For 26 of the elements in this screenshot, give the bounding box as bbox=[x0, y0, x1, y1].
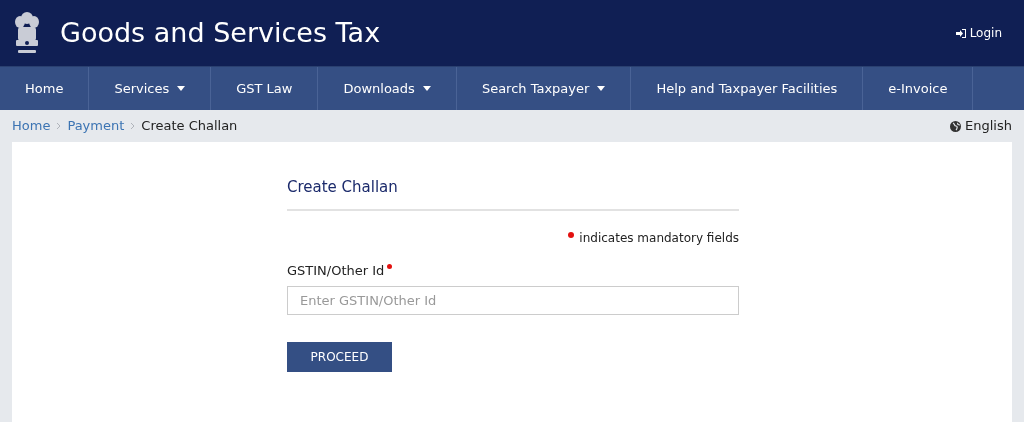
caret-icon bbox=[422, 86, 431, 91]
nav-item[interactable]: Home bbox=[0, 67, 90, 110]
site-title: Goods and Services Tax bbox=[60, 15, 381, 50]
nav-item[interactable]: Help and Taxpayer Facilities bbox=[631, 67, 864, 110]
login-link[interactable]: Login bbox=[955, 24, 1002, 42]
caret-icon bbox=[597, 86, 606, 91]
chevron-icon bbox=[56, 122, 62, 130]
breadcrumb-link[interactable]: Payment bbox=[67, 116, 125, 136]
caret-icon bbox=[177, 86, 186, 91]
nav-item[interactable]: Search Taxpayer bbox=[456, 67, 632, 110]
nav-item[interactable]: e-Invoice bbox=[863, 67, 974, 110]
language-link[interactable]: English bbox=[950, 116, 1012, 136]
form-title: Create Challan bbox=[287, 176, 739, 211]
mandatory-note: indicates mandatory fields bbox=[579, 229, 739, 247]
proceed-button[interactable]: PROCEED bbox=[287, 342, 392, 372]
field-label: GSTIN/Other Id bbox=[287, 261, 385, 280]
gstin-input[interactable]: Enter GSTIN/Other Id bbox=[287, 286, 739, 315]
nav-item[interactable]: Downloads bbox=[318, 67, 457, 110]
emblem-icon bbox=[12, 10, 42, 56]
login-icon bbox=[955, 28, 966, 38]
globe-icon bbox=[950, 120, 962, 132]
nav-item[interactable]: GST Law bbox=[211, 67, 319, 110]
breadcrumb-link[interactable]: Home bbox=[12, 116, 51, 136]
chevron-icon bbox=[130, 122, 136, 130]
breadcrumb-current: Create Challan bbox=[141, 117, 238, 136]
nav-item[interactable]: Services bbox=[89, 67, 212, 110]
